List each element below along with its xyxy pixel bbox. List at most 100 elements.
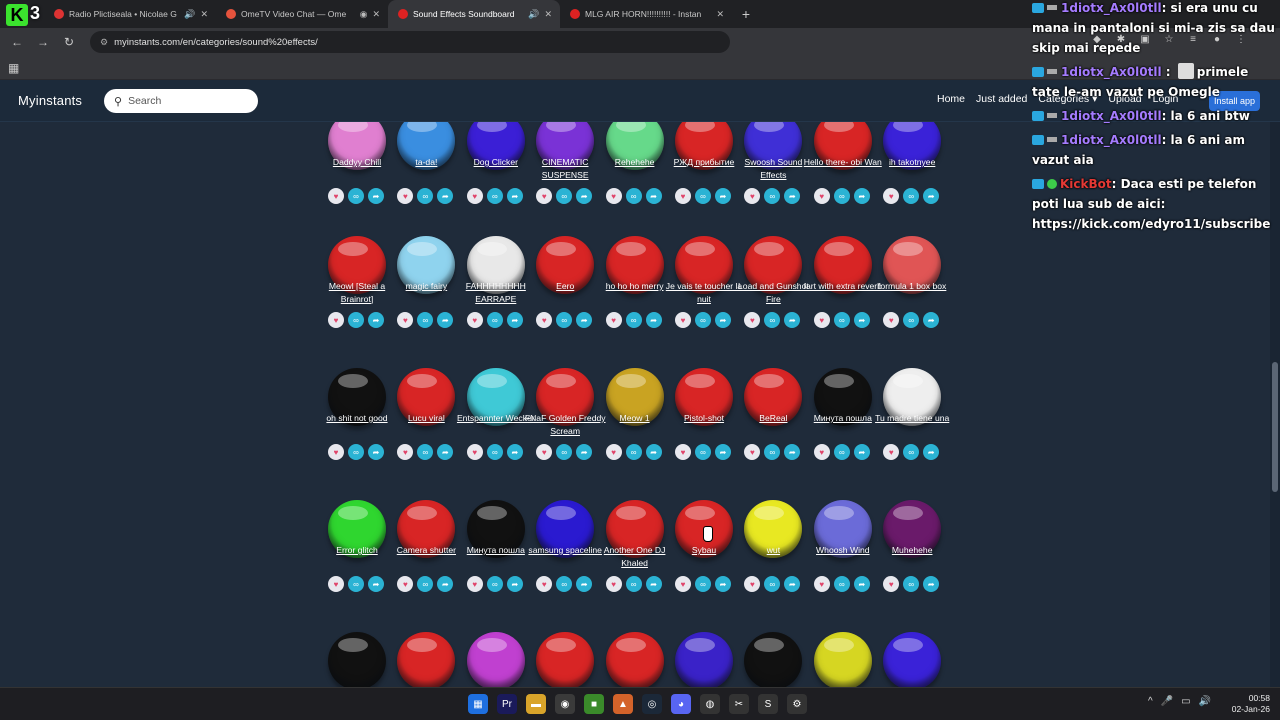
share-icon[interactable]: ➦ xyxy=(715,576,731,592)
favorite-icon[interactable]: ♥ xyxy=(536,188,553,204)
microphone-icon[interactable]: 🎤 xyxy=(1161,696,1173,707)
link-icon[interactable]: ∞ xyxy=(833,444,850,460)
link-icon[interactable]: ∞ xyxy=(625,312,642,328)
tab-ometv[interactable]: OmeTV Video Chat — Ome ◉ ✕ xyxy=(216,0,388,28)
link-icon[interactable]: ∞ xyxy=(625,188,642,204)
sound-play-button[interactable] xyxy=(605,632,664,687)
link-icon[interactable]: ∞ xyxy=(625,444,642,460)
share-icon[interactable]: ➦ xyxy=(853,312,870,328)
favorite-icon[interactable]: ♥ xyxy=(328,312,344,328)
tab-mlg-air-horn[interactable]: MLG AIR HORN!!!!!!!!!! - Instan ✕ xyxy=(560,0,732,28)
share-icon[interactable]: ➦ xyxy=(923,312,940,328)
link-icon[interactable]: ∞ xyxy=(764,188,781,204)
link-icon[interactable]: ∞ xyxy=(764,312,781,328)
tab-sound-effects[interactable]: Sound Effects Soundboard 🔊 ✕ xyxy=(388,0,560,28)
sound-play-button[interactable] xyxy=(397,632,456,687)
minecraft-icon[interactable]: ■ xyxy=(584,694,604,714)
back-icon[interactable]: ← xyxy=(6,31,28,53)
link-icon[interactable]: ∞ xyxy=(417,312,434,328)
favorite-icon[interactable]: ♥ xyxy=(813,576,830,592)
link-icon[interactable]: ∞ xyxy=(625,576,642,592)
close-icon[interactable]: ✕ xyxy=(716,9,724,20)
tab-radio[interactable]: Radio Plictiseala • Nicolae G 🔊 ✕ xyxy=(44,0,216,28)
share-icon[interactable]: ➦ xyxy=(576,312,593,328)
steam-icon[interactable]: ◎ xyxy=(642,694,662,714)
apps-grid-icon[interactable]: ▦ xyxy=(8,61,19,75)
link-icon[interactable]: ∞ xyxy=(556,312,573,328)
sound-label[interactable]: Tu madre tiene una xyxy=(871,412,953,425)
sound-play-button[interactable] xyxy=(744,632,803,687)
share-icon[interactable]: ➦ xyxy=(853,576,870,592)
favorite-icon[interactable]: ♥ xyxy=(675,188,691,204)
share-icon[interactable]: ➦ xyxy=(645,188,662,204)
share-icon[interactable]: ➦ xyxy=(368,188,384,204)
sound-play-button[interactable] xyxy=(536,632,595,687)
share-icon[interactable]: ➦ xyxy=(784,188,801,204)
share-icon[interactable]: ➦ xyxy=(506,312,523,328)
share-icon[interactable]: ➦ xyxy=(715,188,731,204)
link-icon[interactable]: ∞ xyxy=(764,576,781,592)
windows-start-icon[interactable]: ▦ xyxy=(468,694,488,714)
link-icon[interactable]: ∞ xyxy=(348,188,364,204)
favorite-icon[interactable]: ♥ xyxy=(466,576,483,592)
link-icon[interactable]: ∞ xyxy=(556,444,573,460)
favorite-icon[interactable]: ♥ xyxy=(536,444,553,460)
link-icon[interactable]: ∞ xyxy=(556,576,573,592)
sound-play-button[interactable] xyxy=(466,632,525,687)
new-tab-button[interactable]: + xyxy=(732,0,760,28)
sound-play-button[interactable] xyxy=(883,632,942,687)
favorite-icon[interactable]: ♥ xyxy=(675,444,691,460)
link-icon[interactable]: ∞ xyxy=(417,576,434,592)
favorite-icon[interactable]: ♥ xyxy=(883,188,900,204)
link-icon[interactable]: ∞ xyxy=(486,576,503,592)
favorite-icon[interactable]: ♥ xyxy=(813,444,830,460)
share-icon[interactable]: ➦ xyxy=(576,576,593,592)
favorite-icon[interactable]: ♥ xyxy=(744,576,761,592)
link-icon[interactable]: ∞ xyxy=(833,312,850,328)
search-box[interactable]: ⚲ xyxy=(104,89,258,113)
favorite-icon[interactable]: ♥ xyxy=(605,444,622,460)
share-icon[interactable]: ➦ xyxy=(576,188,593,204)
share-icon[interactable]: ➦ xyxy=(368,444,384,460)
link-icon[interactable]: ∞ xyxy=(903,188,920,204)
share-icon[interactable]: ➦ xyxy=(506,576,523,592)
link-icon[interactable]: ∞ xyxy=(348,444,364,460)
share-icon[interactable]: ➦ xyxy=(923,188,940,204)
url-field[interactable]: ⚙ myinstants.com/en/categories/sound%20e… xyxy=(90,31,730,53)
forward-icon[interactable]: → xyxy=(32,31,54,53)
share-icon[interactable]: ➦ xyxy=(715,444,731,460)
site-logo[interactable]: Myinstants xyxy=(18,93,82,108)
share-icon[interactable]: ➦ xyxy=(784,312,801,328)
favorite-icon[interactable]: ♥ xyxy=(883,576,900,592)
link-icon[interactable]: ∞ xyxy=(695,312,711,328)
close-icon[interactable]: ✕ xyxy=(544,9,552,20)
share-icon[interactable]: ➦ xyxy=(645,312,662,328)
link-icon[interactable]: ∞ xyxy=(348,312,364,328)
share-icon[interactable]: ➦ xyxy=(645,444,662,460)
favorite-icon[interactable]: ♥ xyxy=(813,188,830,204)
close-icon[interactable]: ✕ xyxy=(372,9,380,20)
sound-label[interactable]: ih takotnyee xyxy=(871,156,953,169)
site-info-icon[interactable]: ⚙ xyxy=(100,37,108,48)
link-icon[interactable]: ∞ xyxy=(903,576,920,592)
share-icon[interactable]: ➦ xyxy=(368,576,384,592)
share-icon[interactable]: ➦ xyxy=(506,188,523,204)
favorite-icon[interactable]: ♥ xyxy=(675,312,691,328)
discord-icon[interactable]: ◕ xyxy=(671,694,691,714)
favorite-icon[interactable]: ♥ xyxy=(675,576,691,592)
favorite-icon[interactable]: ♥ xyxy=(397,188,414,204)
favorite-icon[interactable]: ♥ xyxy=(328,188,344,204)
sound-label[interactable]: Muhehehe xyxy=(871,544,953,557)
share-icon[interactable]: ➦ xyxy=(506,444,523,460)
favorite-icon[interactable]: ♥ xyxy=(397,576,414,592)
link-icon[interactable]: ∞ xyxy=(417,444,434,460)
speaker-icon[interactable]: 🔊 xyxy=(184,9,195,20)
settings-icon[interactable]: ⚙ xyxy=(787,694,807,714)
share-icon[interactable]: ➦ xyxy=(923,444,940,460)
share-icon[interactable]: ➦ xyxy=(368,312,384,328)
favorite-icon[interactable]: ♥ xyxy=(466,444,483,460)
share-icon[interactable]: ➦ xyxy=(784,576,801,592)
nav-just-added[interactable]: Just added xyxy=(976,93,1027,105)
link-icon[interactable]: ∞ xyxy=(486,312,503,328)
chrome-icon[interactable]: ◉ xyxy=(555,694,575,714)
